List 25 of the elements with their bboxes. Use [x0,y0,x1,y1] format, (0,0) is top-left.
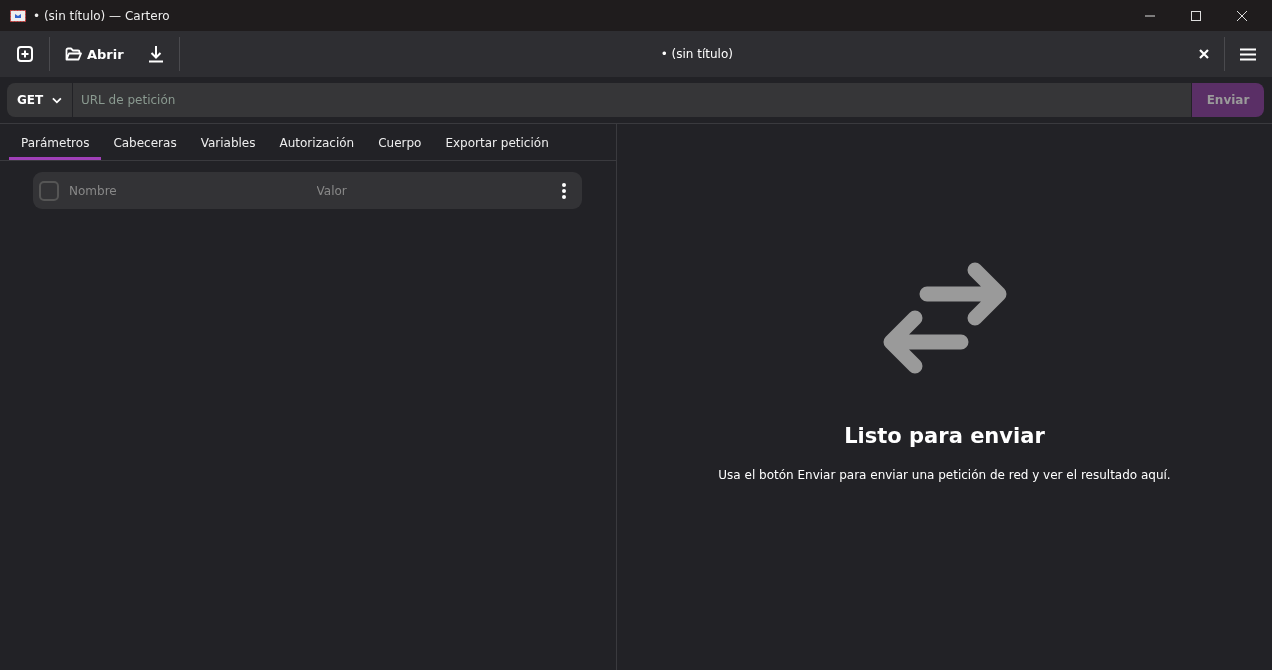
folder-icon [65,46,82,62]
tab[interactable]: Parámetros [9,124,102,160]
download-icon[interactable] [147,45,164,63]
maximize-icon[interactable] [1190,9,1202,22]
open-button[interactable]: Abrir [65,46,124,62]
empty-state-title: Listo para enviar [844,424,1045,448]
tab[interactable]: Cabeceras [101,124,189,160]
url-field[interactable]: URL de petición [73,83,1191,117]
checkbox[interactable] [39,180,59,201]
tab[interactable]: Variables [188,124,268,160]
document-title: • (sin título) [659,47,734,61]
name-field[interactable]: Nombre [67,182,307,199]
method-dropdown[interactable]: GET [7,83,72,117]
new-icon[interactable] [16,45,34,63]
window-title: • (sin título) — Cartero [33,8,170,23]
app-icon [10,9,26,22]
tab[interactable]: Exportar petición [433,124,561,160]
tab[interactable]: Cuerpo [366,124,434,160]
empty-state-message: Usa el botón Enviar para enviar una petición de red y ver el resultado aquí. [718,468,1171,482]
more-icon[interactable] [562,182,566,199]
value-field[interactable]: Valor [314,182,554,199]
close-icon[interactable] [1236,9,1248,22]
tab[interactable]: Autorización [267,124,367,160]
menu-icon[interactable] [1240,47,1256,61]
chevron-down-icon [52,96,62,104]
